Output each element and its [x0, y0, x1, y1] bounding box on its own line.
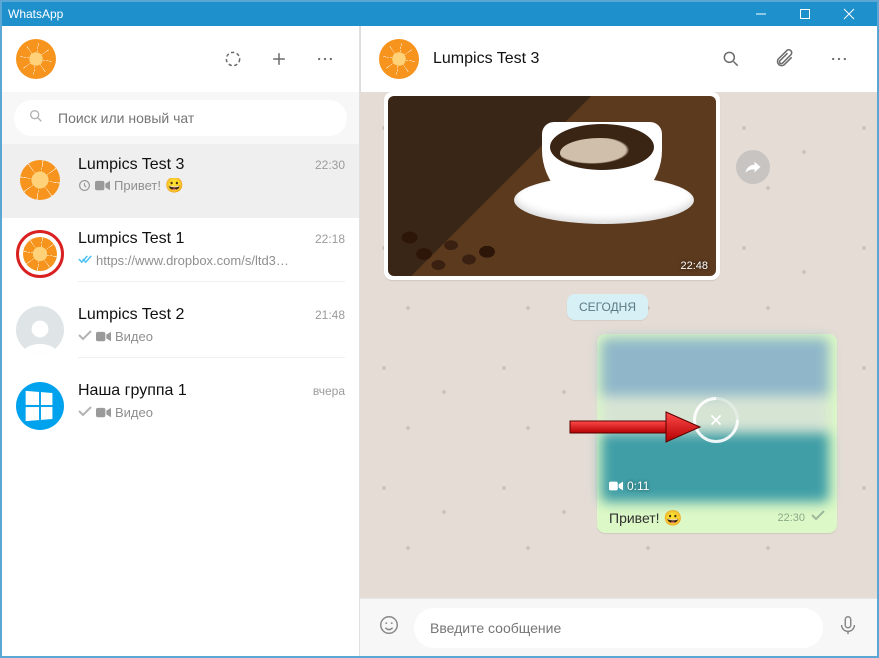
- maximize-button[interactable]: [783, 2, 827, 26]
- video-icon: [96, 330, 111, 343]
- chat-preview: https://www.dropbox.com/s/ltd3…: [96, 253, 289, 268]
- video-icon: [96, 406, 111, 419]
- video-icon: [95, 179, 110, 192]
- chat-avatar: [16, 230, 64, 278]
- chat-name: Lumpics Test 2: [78, 306, 184, 324]
- titlebar: WhatsApp: [2, 2, 877, 26]
- chat-name: Наша группа 1: [78, 382, 187, 400]
- sidebar-header: [2, 26, 359, 92]
- attach-icon[interactable]: [765, 39, 805, 79]
- chat-name: Lumpics Test 3: [78, 156, 184, 174]
- chat-time: 22:30: [315, 158, 345, 172]
- message-time: 22:30: [777, 512, 805, 524]
- message-input[interactable]: [430, 620, 807, 636]
- chat-preview: Видео: [115, 405, 153, 420]
- sidebar: Lumpics Test 3 22:30 Привет! 😀: [2, 26, 360, 656]
- chat-time: 22:18: [315, 232, 345, 246]
- chat-item[interactable]: Lumpics Test 1 22:18 https://www.dropbox…: [2, 218, 359, 294]
- chat-item[interactable]: Наша группа 1 вчера Видео: [2, 370, 359, 445]
- pending-icon: [78, 179, 91, 192]
- conversation-panel: Lumpics Test 3 22:48: [360, 26, 877, 656]
- chat-item[interactable]: Lumpics Test 3 22:30 Привет! 😀: [2, 144, 359, 218]
- forward-button[interactable]: [736, 150, 770, 184]
- chat-time: вчера: [313, 384, 345, 398]
- emoji-picker-icon[interactable]: [378, 614, 400, 641]
- chat-item[interactable]: Lumpics Test 2 21:48 Видео: [2, 294, 359, 370]
- image-thumbnail: 22:48: [388, 96, 716, 276]
- chat-avatar: [16, 382, 64, 430]
- contact-avatar[interactable]: [379, 39, 419, 79]
- video-icon: [609, 479, 623, 493]
- voice-message-icon[interactable]: [837, 614, 859, 641]
- status-icon[interactable]: [213, 39, 253, 79]
- chat-preview: Видео: [115, 329, 153, 344]
- contact-name: Lumpics Test 3: [433, 50, 697, 68]
- chat-menu-icon[interactable]: [819, 39, 859, 79]
- my-avatar[interactable]: [16, 39, 56, 79]
- new-chat-icon[interactable]: [259, 39, 299, 79]
- sent-tick-icon: [811, 508, 825, 527]
- sent-tick-icon: [78, 404, 92, 421]
- chat-name: Lumpics Test 1: [78, 230, 184, 248]
- search-input[interactable]: [58, 110, 333, 126]
- caption-text: Привет! 😀: [609, 510, 771, 526]
- emoji-icon: 😀: [663, 510, 682, 527]
- outgoing-video-message[interactable]: 0:11 Привет! 😀 22:30: [597, 334, 837, 533]
- minimize-button[interactable]: [739, 2, 783, 26]
- close-button[interactable]: [827, 2, 871, 26]
- date-separator: СЕГОДНЯ: [567, 294, 648, 320]
- emoji-icon: 😀: [165, 178, 184, 193]
- chat-preview: Привет!: [114, 178, 161, 193]
- chat-avatar: [16, 306, 64, 354]
- search-bar: [2, 92, 359, 144]
- message-time: 22:48: [680, 260, 708, 272]
- video-duration: 0:11: [609, 479, 649, 493]
- app-window: WhatsApp: [0, 0, 879, 658]
- search-icon: [28, 108, 44, 129]
- chat-time: 21:48: [315, 308, 345, 322]
- chat-avatar: [16, 156, 64, 204]
- read-ticks-icon: [78, 252, 92, 269]
- cancel-upload-button[interactable]: [693, 397, 739, 443]
- incoming-image-message[interactable]: 22:48: [384, 92, 720, 280]
- search-in-chat-icon[interactable]: [711, 39, 751, 79]
- sent-tick-icon: [78, 328, 92, 345]
- conversation-header: Lumpics Test 3: [360, 26, 877, 92]
- chat-list: Lumpics Test 3 22:30 Привет! 😀: [2, 144, 359, 656]
- window-title: WhatsApp: [8, 7, 739, 21]
- menu-icon[interactable]: [305, 39, 345, 79]
- message-composer: [360, 598, 877, 656]
